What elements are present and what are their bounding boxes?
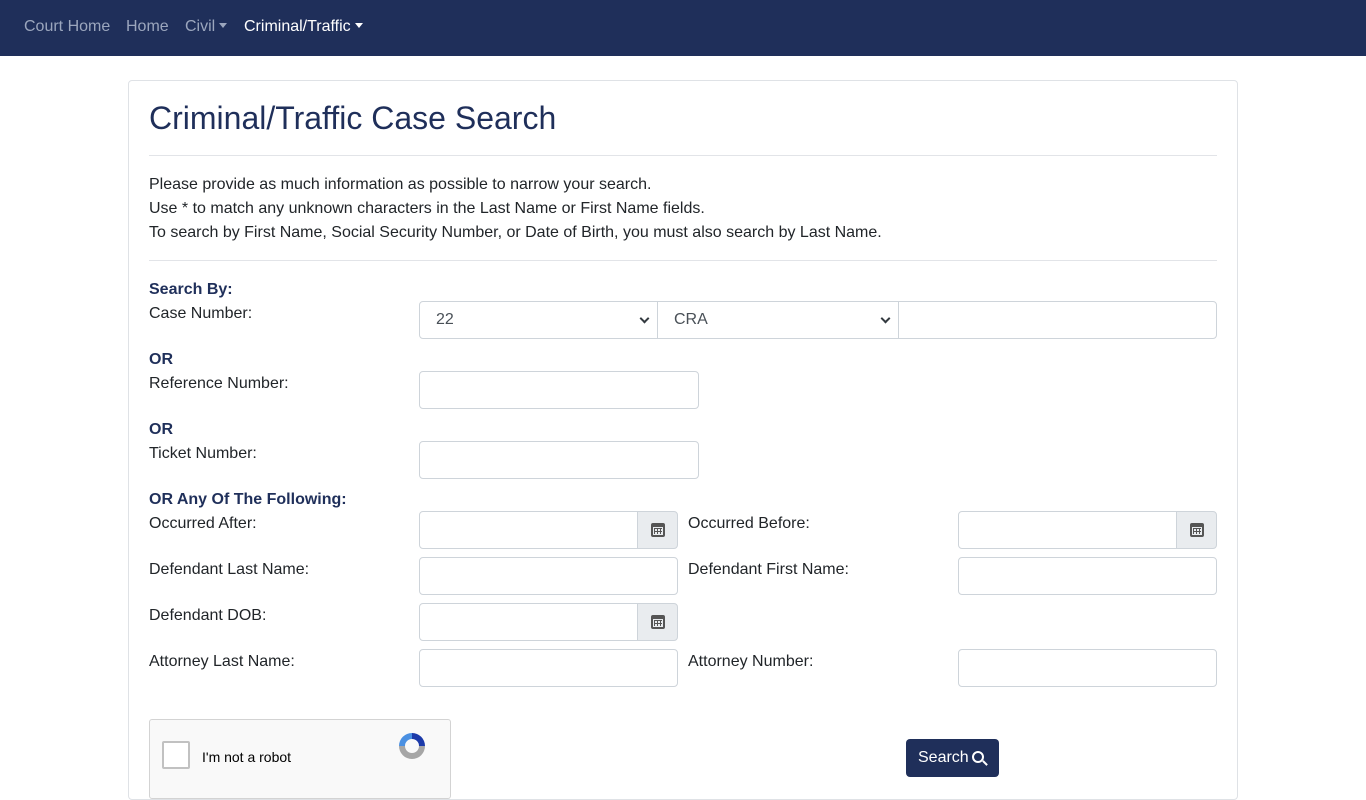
- ticket-number-label: Ticket Number:: [149, 445, 257, 462]
- ticket-number-input[interactable]: [419, 441, 699, 479]
- nav-criminal-traffic-label: Criminal/Traffic: [244, 18, 351, 35]
- defendant-first-name-label: Defendant First Name:: [688, 561, 849, 578]
- help-text-1: Please provide as much information as po…: [149, 176, 652, 193]
- occurred-before-calendar-button[interactable]: [1176, 511, 1217, 549]
- case-sequence-input[interactable]: [898, 301, 1217, 339]
- attorney-number-input[interactable]: [958, 649, 1217, 687]
- occurred-after-input[interactable]: [419, 511, 638, 549]
- attorney-last-name-label: Attorney Last Name:: [149, 653, 295, 670]
- defendant-last-name-input[interactable]: [419, 557, 678, 595]
- search-button[interactable]: Search: [906, 739, 999, 777]
- divider: [149, 155, 1217, 156]
- occurred-before-label: Occurred Before:: [688, 515, 810, 532]
- or-label: OR: [149, 421, 173, 438]
- occurred-after-calendar-button[interactable]: [637, 511, 678, 549]
- recaptcha-checkbox[interactable]: [162, 741, 190, 769]
- nav-civil-dropdown[interactable]: Civil: [185, 18, 228, 36]
- or-any-heading: OR Any Of The Following:: [149, 491, 347, 508]
- case-year-value: 22: [436, 311, 454, 328]
- reference-number-label: Reference Number:: [149, 375, 289, 392]
- search-by-heading: Search By:: [149, 281, 233, 298]
- nav-home[interactable]: Home: [126, 18, 169, 36]
- defendant-dob-label: Defendant DOB:: [149, 607, 267, 624]
- defendant-dob-input[interactable]: [419, 603, 638, 641]
- recaptcha-logo-icon: [399, 733, 425, 759]
- calendar-icon: [1190, 523, 1204, 537]
- search-button-label: Search: [918, 749, 969, 766]
- help-text-2: Use * to match any unknown characters in…: [149, 200, 705, 217]
- attorney-number-label: Attorney Number:: [688, 653, 814, 670]
- top-navbar: Court Home Home Civil Criminal/Traffic: [0, 0, 1366, 56]
- defendant-first-name-input[interactable]: [958, 557, 1217, 595]
- reference-number-input[interactable]: [419, 371, 699, 409]
- recaptcha-label: I'm not a robot: [202, 749, 292, 765]
- divider: [149, 260, 1217, 261]
- nav-court-home[interactable]: Court Home: [24, 18, 110, 36]
- help-text-3: To search by First Name, Social Security…: [149, 224, 882, 241]
- case-type-value: CRA: [674, 311, 708, 328]
- attorney-last-name-input[interactable]: [419, 649, 678, 687]
- chevron-down-icon: [219, 23, 228, 28]
- case-year-select[interactable]: 22: [419, 301, 658, 339]
- chevron-down-icon: [639, 313, 650, 324]
- nav-criminal-traffic-dropdown[interactable]: Criminal/Traffic: [244, 18, 363, 36]
- page-title: Criminal/Traffic Case Search: [149, 100, 557, 136]
- chevron-down-icon: [880, 313, 891, 324]
- nav-civil-label: Civil: [185, 18, 216, 35]
- defendant-dob-calendar-button[interactable]: [637, 603, 678, 641]
- calendar-icon: [651, 523, 665, 537]
- occurred-after-label: Occurred After:: [149, 515, 257, 532]
- case-type-select[interactable]: CRA: [657, 301, 899, 339]
- or-label: OR: [149, 351, 173, 368]
- chevron-down-icon: [354, 23, 363, 28]
- recaptcha-widget: I'm not a robot: [149, 719, 451, 799]
- defendant-last-name-label: Defendant Last Name:: [149, 561, 310, 578]
- search-icon: [972, 751, 984, 763]
- calendar-icon: [651, 615, 665, 629]
- occurred-before-input[interactable]: [958, 511, 1177, 549]
- case-number-label: Case Number:: [149, 305, 253, 322]
